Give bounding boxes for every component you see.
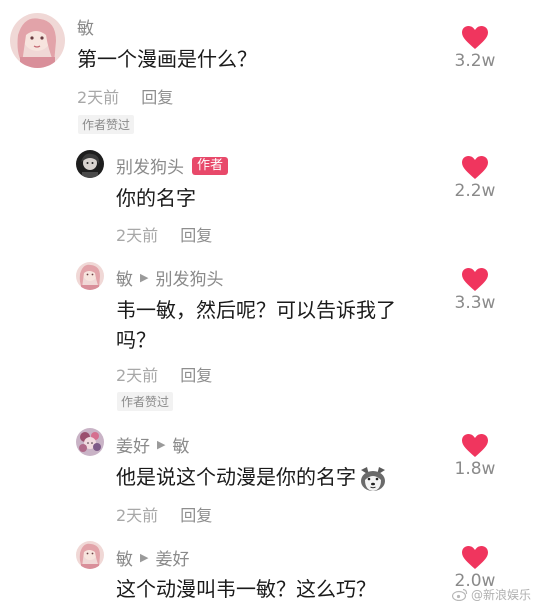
comment-time: 2天前 (77, 88, 120, 107)
reply-button[interactable]: 回复 (180, 506, 212, 525)
comment-meta: 2天前 回复 (116, 362, 212, 386)
reply-arrow-icon: ▶ (140, 271, 149, 284)
weibo-logo-icon (451, 588, 468, 601)
reply-to-name[interactable]: 别发狗头 (155, 265, 223, 290)
author-name[interactable]: 敏 (116, 545, 133, 570)
comment-text-line: 这个动漫叫韦一敏？这么巧？ (116, 577, 376, 601)
heart-icon[interactable] (461, 545, 489, 570)
author-name[interactable]: 敏 (77, 14, 94, 39)
avatar[interactable] (76, 428, 104, 456)
comment-text: 第一个漫画是什么？ (77, 44, 257, 74)
reply-to-name[interactable]: 姜好 (155, 545, 189, 570)
like-count: 3.2w (454, 51, 496, 71)
comment-text-line: 第一个漫画是什么？ (77, 47, 257, 71)
comment-meta: 2天前 回复 (116, 502, 212, 526)
comment-text-line: 他是说这个动漫是你的名字 (116, 465, 356, 489)
like-button[interactable]: 3.3w (445, 267, 505, 313)
comment-author[interactable]: 姜好 ▶ 敏 (116, 432, 189, 457)
comment-text-line: 你的名字 (116, 186, 196, 210)
comment-meta: 2天前 回复 (116, 222, 212, 246)
watermark-text: @新浪娱乐 (470, 588, 531, 602)
comment-text: 这个动漫叫韦一敏？这么巧？ (116, 574, 376, 604)
reply-button[interactable]: 回复 (180, 226, 212, 245)
comment-time: 2天前 (116, 366, 159, 385)
heart-icon[interactable] (461, 25, 489, 50)
reply-arrow-icon: ▶ (140, 551, 149, 564)
author-tag: 作者 (192, 156, 229, 175)
like-button[interactable]: 2.0w (445, 545, 505, 591)
heart-icon[interactable] (461, 433, 489, 458)
avatar[interactable] (76, 262, 104, 290)
comment-text: 你的名字 (116, 183, 196, 213)
comment-text: 韦一敏，然后呢？可以告诉我了 吗？ (116, 295, 396, 355)
author-name[interactable]: 敏 (116, 265, 133, 290)
comment-author[interactable]: 别发狗头 作者 (116, 153, 229, 178)
heart-icon[interactable] (461, 155, 489, 180)
author-name[interactable]: 姜好 (116, 432, 150, 457)
avatar[interactable] (76, 541, 104, 569)
like-count: 2.2w (454, 181, 496, 201)
reply-button[interactable]: 回复 (180, 366, 212, 385)
like-count: 1.8w (454, 459, 496, 479)
author-liked-badge: 作者赞过 (117, 392, 174, 411)
heart-icon[interactable] (461, 267, 489, 292)
comment-author[interactable]: 敏 (77, 14, 94, 39)
watermark: @新浪娱乐 (451, 586, 531, 603)
comment-author[interactable]: 敏 ▶ 别发狗头 (116, 265, 223, 290)
like-button[interactable]: 3.2w (445, 25, 505, 71)
reply-arrow-icon: ▶ (157, 438, 166, 451)
comment-text-line: 韦一敏，然后呢？可以告诉我了 (116, 298, 396, 322)
comment-text-line: 吗？ (116, 328, 156, 352)
avatar[interactable] (10, 13, 65, 68)
like-button[interactable]: 1.8w (445, 433, 505, 479)
avatar[interactable] (76, 150, 104, 178)
author-liked-badge: 作者赞过 (78, 115, 135, 134)
dog-face-emoji (361, 466, 385, 491)
reply-to-name[interactable]: 敏 (172, 432, 189, 457)
comment-time: 2天前 (116, 226, 159, 245)
comment-text: 他是说这个动漫是你的名字 (116, 462, 388, 492)
like-count: 3.3w (454, 293, 496, 313)
author-name[interactable]: 别发狗头 (116, 153, 184, 178)
comment-time: 2天前 (116, 506, 159, 525)
comment-meta: 2天前 回复 (77, 84, 173, 108)
like-button[interactable]: 2.2w (445, 155, 505, 201)
comment-author[interactable]: 敏 ▶ 姜好 (116, 545, 189, 570)
reply-button[interactable]: 回复 (141, 88, 173, 107)
